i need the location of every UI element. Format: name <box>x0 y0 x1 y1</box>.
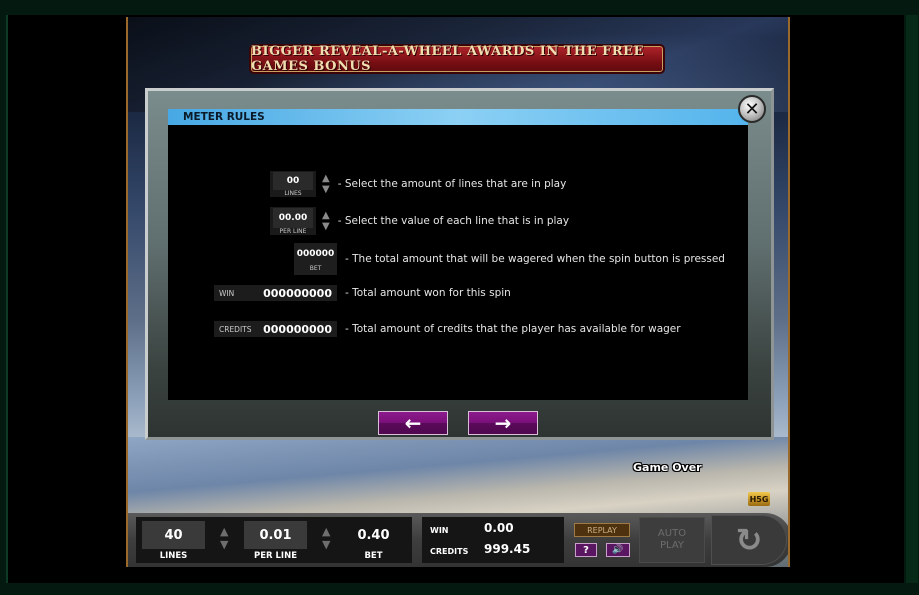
per-line-meter: 00.00 PER LINE <box>270 207 316 235</box>
lines-meter: 00 LINES <box>270 171 316 197</box>
lines-meter-value: 00 <box>273 172 313 190</box>
rule-row-bet: 000000 BET - The total amount that will … <box>294 243 725 275</box>
lines-stepper[interactable]: ▲ ▼ <box>220 525 228 551</box>
rule-description: - Total amount won for this spin <box>345 287 511 299</box>
previous-page-button[interactable]: ← <box>378 411 448 435</box>
question-mark-icon: ? <box>583 544 589 556</box>
game-screen: BIGGER REVEAL-A-WHEEL AWARDS IN THE FREE… <box>126 17 790 567</box>
bet-panel: 40 LINES ▲ ▼ 0.01 PER LINE ▲ ▼ 0.40 BET <box>136 517 412 563</box>
rule-row-per-line: 00.00 PER LINE ▲ ▼ - Select the value of… <box>270 207 569 235</box>
bet-meter-value: 000000 <box>296 249 335 259</box>
up-arrow-icon: ▲ <box>322 173 330 184</box>
lines-up-arrow-icon[interactable]: ▲ <box>220 525 228 538</box>
lines-down-arrow-icon[interactable]: ▼ <box>220 538 228 551</box>
spin-refresh-icon: ↻ <box>735 521 763 559</box>
lines-meter-label: LINES <box>270 190 316 197</box>
per-line-value: 0.01 <box>244 521 307 549</box>
bet-meter: 000000 BET <box>294 243 337 275</box>
credits-meter: CREDITS 000000000 <box>214 321 337 337</box>
bet-label: BET <box>364 551 383 561</box>
per-line-down-arrow-icon[interactable]: ▼ <box>322 538 330 551</box>
per-line-meter-value: 00.00 <box>273 208 313 228</box>
win-meter-value: 000000000 <box>263 286 332 300</box>
per-line-up-arrow-icon[interactable]: ▲ <box>322 525 330 538</box>
rule-description: - Select the amount of lines that are in… <box>337 178 567 190</box>
win-meter-label: WIN <box>219 288 235 298</box>
rule-description: - Select the value of each line that is … <box>337 215 570 227</box>
bet-meter-label: BET <box>309 265 322 272</box>
arrow-left-icon: ← <box>404 411 422 435</box>
sound-button[interactable]: 🔊 <box>606 543 630 557</box>
rule-row-lines: 00 LINES ▲ ▼ - Select the amount of line… <box>270 171 566 197</box>
arrow-right-icon: → <box>494 411 512 435</box>
h5g-logo: H5G <box>748 492 770 506</box>
rule-row-credits: CREDITS 000000000 - Total amount of cred… <box>214 321 681 337</box>
speaker-icon: 🔊 <box>612 545 624 555</box>
replay-button[interactable]: REPLAY <box>574 523 630 537</box>
bonus-banner: BIGGER REVEAL-A-WHEEL AWARDS IN THE FREE… <box>249 44 665 74</box>
lines-label: LINES <box>159 551 188 561</box>
rule-row-win: WIN 000000000 - Total amount won for thi… <box>214 285 511 301</box>
rule-description: - The total amount that will be wagered … <box>345 253 725 265</box>
per-line-arrows: ▲ ▼ <box>322 210 330 232</box>
win-meter: WIN 000000000 <box>214 285 337 301</box>
down-arrow-icon: ▼ <box>322 184 330 195</box>
spin-button[interactable]: ↻ <box>711 515 787 565</box>
game-over-status: Game Over <box>633 461 702 474</box>
win-value: 0.00 <box>484 521 514 535</box>
per-line-meter-label: PER LINE <box>270 228 316 235</box>
lines-value: 40 <box>142 521 205 549</box>
per-line-stepper[interactable]: ▲ ▼ <box>322 525 330 551</box>
credits-meter-value: 000000000 <box>263 322 332 336</box>
credits-label: CREDITS <box>430 547 469 556</box>
close-icon: ✕ <box>744 98 760 120</box>
lines-arrows: ▲ ▼ <box>322 173 330 195</box>
credits-meter-label: CREDITS <box>219 324 252 334</box>
autoplay-label-line1: AUTO <box>657 528 687 539</box>
next-page-button[interactable]: → <box>468 411 538 435</box>
per-line-label: PER LINE <box>253 551 298 561</box>
autoplay-button[interactable]: AUTO PLAY <box>639 517 705 563</box>
credits-value: 999.45 <box>484 542 531 556</box>
help-button[interactable]: ? <box>575 543 597 557</box>
down-arrow-icon: ▼ <box>322 221 330 232</box>
dialog-title: METER RULES <box>168 109 748 125</box>
control-bar: 40 LINES ▲ ▼ 0.01 PER LINE ▲ ▼ 0.40 BET … <box>128 513 788 567</box>
win-credits-panel: WIN 0.00 CREDITS 999.45 <box>422 517 564 563</box>
autoplay-label-line2: PLAY <box>659 540 684 551</box>
bet-value: 0.40 <box>357 527 390 543</box>
meter-rules-dialog: METER RULES ✕ 00 LINES ▲ ▼ - Select the … <box>145 88 774 440</box>
dialog-body: 00 LINES ▲ ▼ - Select the amount of line… <box>168 125 748 400</box>
win-label: WIN <box>430 526 449 535</box>
close-button[interactable]: ✕ <box>738 95 766 123</box>
up-arrow-icon: ▲ <box>322 210 330 221</box>
rule-description: - Total amount of credits that the playe… <box>345 323 681 335</box>
